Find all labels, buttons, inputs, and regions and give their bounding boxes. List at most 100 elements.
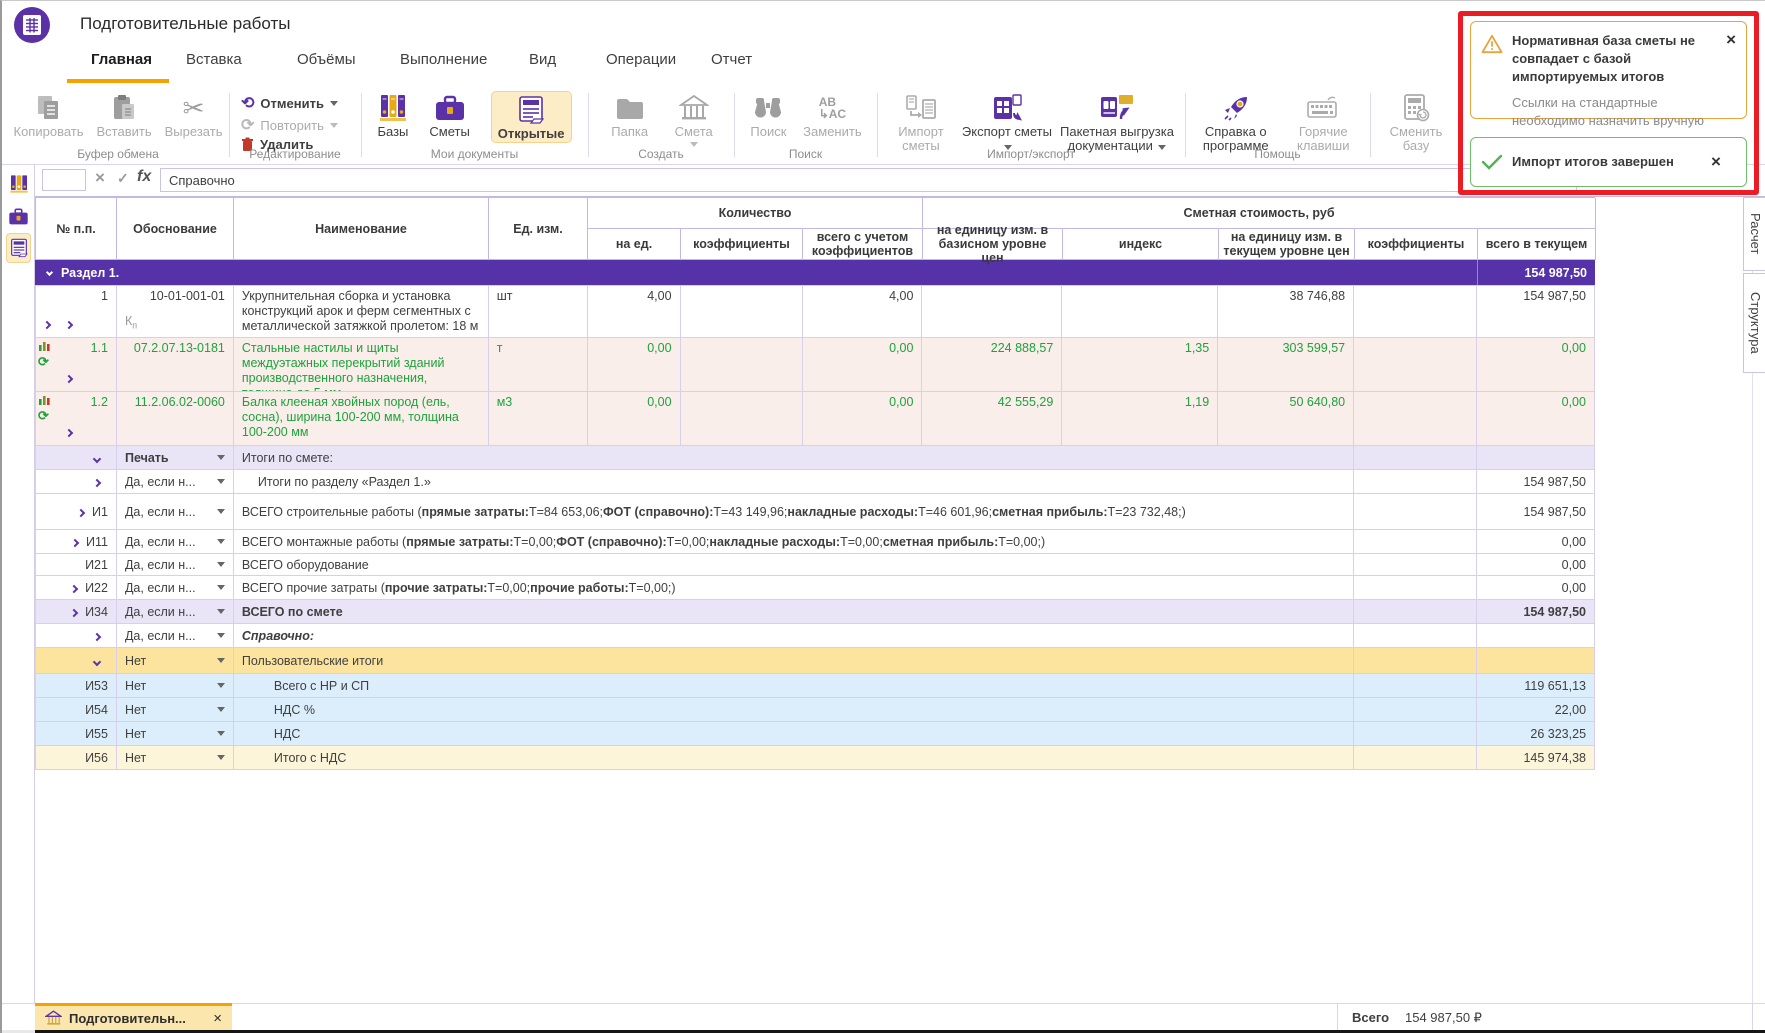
select-dropdown-icon[interactable] <box>217 658 225 663</box>
undo-button[interactable]: ⟲ Отменить <box>241 93 338 113</box>
toast-body: Ссылки на стандартные необходимо назначи… <box>1512 94 1717 130</box>
menu-tab-operacii[interactable]: Операции <box>606 51 676 68</box>
collapse-icon[interactable] <box>93 657 101 665</box>
print-select[interactable]: Нет <box>125 725 225 742</box>
cancel-icon[interactable]: × <box>95 168 105 188</box>
side-tab-raschet[interactable]: Расчет <box>1743 197 1765 271</box>
redo-button[interactable]: ⟳ Повторить <box>241 115 338 135</box>
print-select[interactable]: Да, если н... <box>125 473 225 490</box>
summary-row[interactable]: И56 Нет Итого с НДС 145 974,38 <box>35 746 1595 770</box>
new-folder-button[interactable]: Папка <box>611 91 648 139</box>
mini-estimates-icon[interactable] <box>6 203 31 229</box>
print-select[interactable]: Нет <box>125 651 225 670</box>
section-collapse-icon[interactable] <box>46 269 53 276</box>
select-dropdown-icon[interactable] <box>217 609 225 614</box>
print-select[interactable]: Нет <box>125 701 225 718</box>
summary-row[interactable]: И1 Да, если н... ВСЕГО строительные рабо… <box>35 494 1595 530</box>
summary-row[interactable]: И21 Да, если н... ВСЕГО оборудование 0,0… <box>35 554 1595 576</box>
summary-row[interactable]: Нет Пользовательские итоги <box>35 648 1595 674</box>
copy-button[interactable]: Копировать <box>14 91 84 139</box>
section-row[interactable]: Раздел 1. 154 987,50 <box>35 260 1595 286</box>
select-dropdown-icon[interactable] <box>217 707 225 712</box>
open-documents-button[interactable]: Открытые <box>491 91 572 143</box>
close-icon[interactable]: × <box>1726 32 1736 108</box>
menu-tab-vypolnenie[interactable]: Выполнение <box>400 51 487 68</box>
formula-input[interactable]: Справочно <box>160 168 1577 192</box>
expand-icon[interactable] <box>70 608 78 616</box>
print-select[interactable]: Печать <box>125 449 225 466</box>
side-tab-struktura[interactable]: Структура <box>1743 273 1765 373</box>
paste-button[interactable]: Вставить <box>97 91 152 139</box>
select-dropdown-icon[interactable] <box>217 633 225 638</box>
menu-tab-vstavka[interactable]: Вставка <box>186 51 242 68</box>
new-estimate-button[interactable]: Смета <box>675 91 713 147</box>
summary-text: Итого с НДС <box>234 746 1354 770</box>
select-dropdown-icon[interactable] <box>217 455 225 460</box>
expand-icon[interactable] <box>43 321 51 329</box>
expand-icon[interactable] <box>65 375 73 383</box>
export-estimate-button[interactable]: Экспорт сметы <box>960 91 1054 153</box>
select-dropdown-icon[interactable] <box>217 731 225 736</box>
summary-row[interactable]: И54 Нет НДС % 22,00 <box>35 698 1595 722</box>
expand-icon[interactable] <box>70 584 78 592</box>
change-base-button[interactable]: Сменить базу <box>1381 91 1451 153</box>
select-dropdown-icon[interactable] <box>217 585 225 590</box>
menu-tab-otchet[interactable]: Отчет <box>711 51 752 68</box>
document-tab[interactable]: Подготовительн... × <box>35 1003 232 1030</box>
summary-row-id: И55 <box>85 727 108 741</box>
table-row[interactable]: 1.1 ⟳ 07.2.07.13-0181 Стальные настилы и… <box>35 338 1595 392</box>
summary-row[interactable]: Да, если н... Справочно: <box>35 624 1595 648</box>
summary-row[interactable]: Печать Итоги по смете: <box>35 446 1595 470</box>
expand-icon[interactable] <box>93 632 101 640</box>
print-select[interactable]: Нет <box>125 749 225 766</box>
summary-row[interactable]: И34 Да, если н... ВСЕГО по смете 154 987… <box>35 600 1595 624</box>
hotkeys-button[interactable]: Горячие клавиши <box>1284 91 1362 153</box>
menu-tab-glavnaya[interactable]: Главная <box>91 51 152 68</box>
select-dropdown-icon[interactable] <box>217 562 225 567</box>
cell-name-box[interactable] <box>42 169 86 191</box>
select-dropdown-icon[interactable] <box>217 683 225 688</box>
close-icon[interactable]: × <box>213 1010 222 1027</box>
close-icon[interactable]: × <box>1711 154 1721 170</box>
table-row[interactable]: 1.2 ⟳ 11.2.06.02-0060 Балка клееная хвой… <box>35 392 1595 446</box>
expand-icon[interactable] <box>77 508 85 516</box>
replace-button[interactable]: AB↳AC Заменить <box>803 91 861 139</box>
print-select[interactable]: Нет <box>125 677 225 694</box>
select-dropdown-icon[interactable] <box>217 539 225 544</box>
select-dropdown-icon[interactable] <box>217 755 225 760</box>
mini-bases-icon[interactable] <box>6 171 31 197</box>
expand-icon[interactable] <box>71 538 79 546</box>
batch-export-button[interactable]: Пакетная выгрузка документации <box>1054 91 1180 153</box>
summary-row[interactable]: И53 Нет Всего с НР и СП 119 651,13 <box>35 674 1595 698</box>
print-select[interactable]: Да, если н... <box>125 627 225 644</box>
print-select[interactable]: Да, если н... <box>125 579 225 596</box>
collapse-icon[interactable] <box>93 454 101 462</box>
expand-icon[interactable] <box>65 321 73 329</box>
table-row[interactable]: 1 10-01-001-01 Кп Укрупнительная сборка … <box>35 286 1595 338</box>
print-select[interactable]: Да, если н... <box>125 557 225 572</box>
summary-row[interactable]: И11 Да, если н... ВСЕГО монтажные работы… <box>35 530 1595 554</box>
estimates-button[interactable]: Сметы <box>429 91 469 139</box>
summary-row[interactable]: И55 Нет НДС 26 323,25 <box>35 722 1595 746</box>
select-dropdown-icon[interactable] <box>217 479 225 484</box>
menu-tab-vid[interactable]: Вид <box>529 51 556 68</box>
expand-icon[interactable] <box>93 478 101 486</box>
search-button[interactable]: Поиск <box>750 91 786 139</box>
select-dropdown-icon[interactable] <box>217 509 225 514</box>
summary-row[interactable]: И22 Да, если н... ВСЕГО прочие затраты (… <box>35 576 1595 600</box>
print-select[interactable]: Да, если н... <box>125 497 225 526</box>
mini-open-documents-icon[interactable] <box>6 233 31 263</box>
print-select[interactable]: Да, если н... <box>125 603 225 620</box>
fx-icon[interactable]: fx <box>137 168 151 186</box>
redo-dropdown-icon[interactable] <box>330 123 338 128</box>
summary-row[interactable]: Да, если н... Итоги по разделу «Раздел 1… <box>35 470 1595 494</box>
expand-icon[interactable] <box>65 429 73 437</box>
bases-button[interactable]: Базы <box>377 91 408 139</box>
import-estimate-button[interactable]: Импорт сметы <box>882 91 960 153</box>
cut-button[interactable]: ✂ Вырезать <box>165 91 223 139</box>
print-select[interactable]: Да, если н... <box>125 533 225 550</box>
undo-dropdown-icon[interactable] <box>330 101 338 106</box>
menu-tab-obyomy[interactable]: Объёмы <box>297 51 356 68</box>
about-button[interactable]: Справка о программе <box>1193 91 1279 153</box>
accept-icon[interactable]: ✓ <box>117 170 129 187</box>
